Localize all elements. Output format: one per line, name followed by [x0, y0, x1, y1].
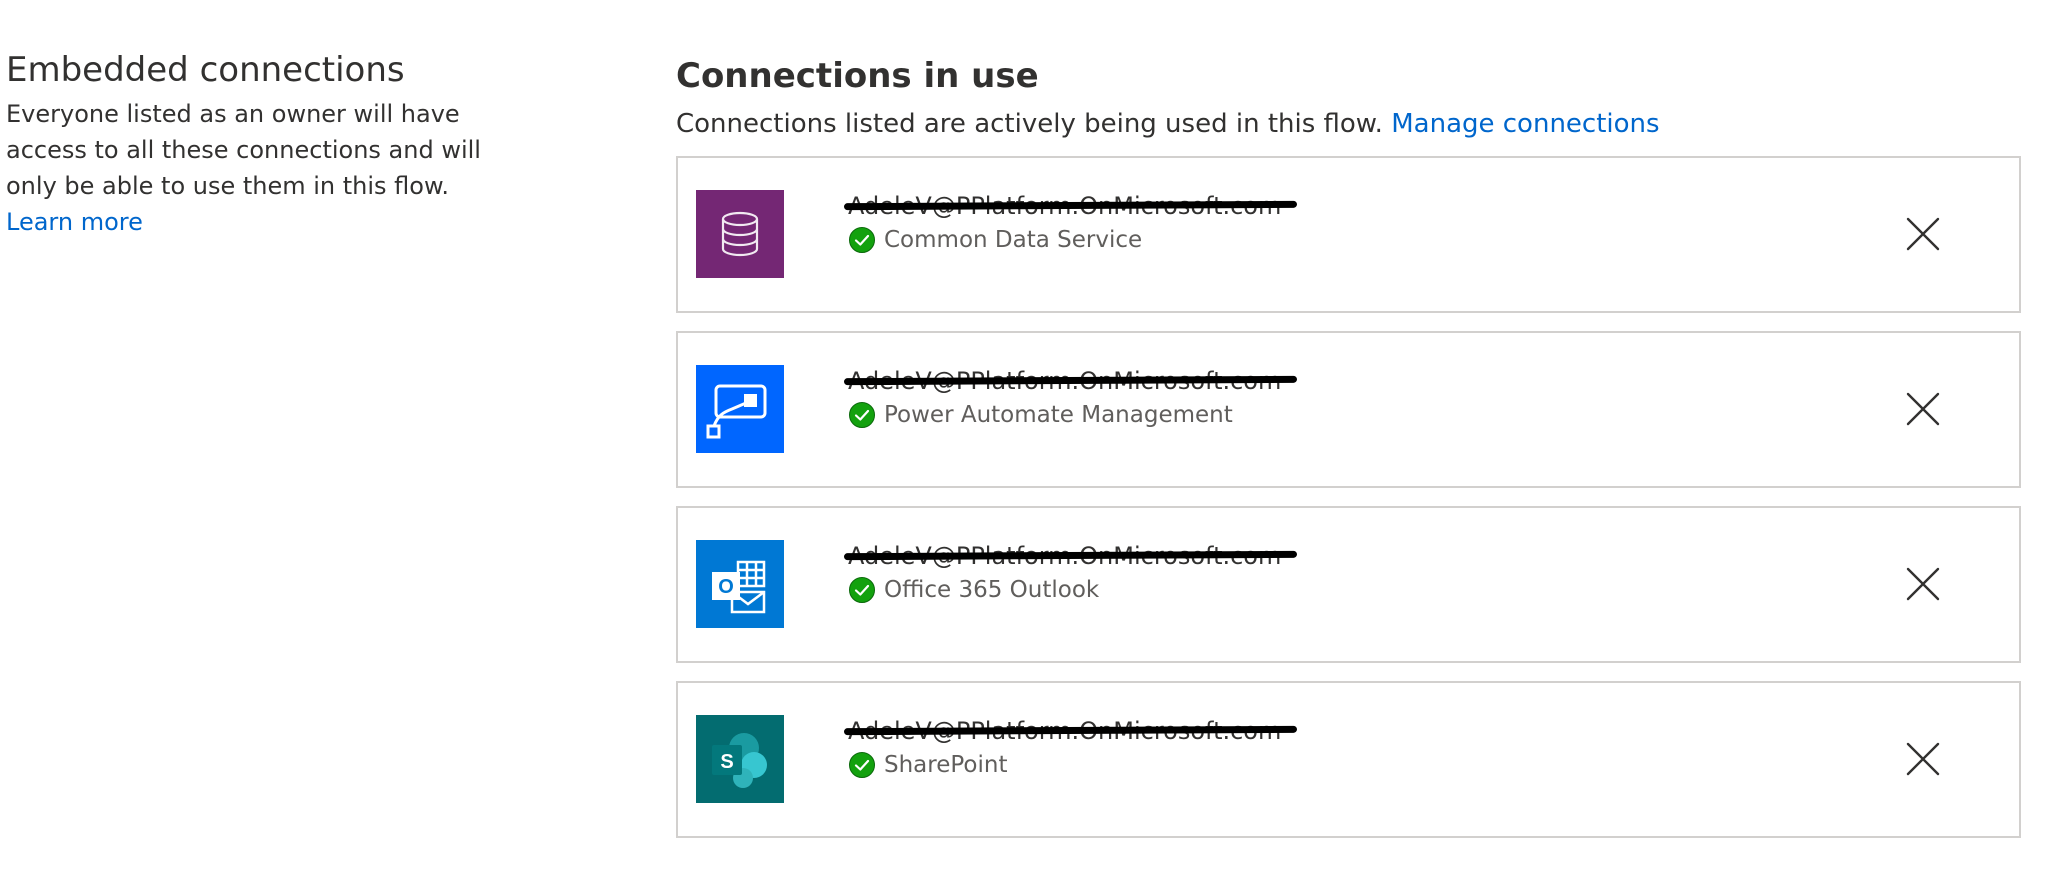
close-icon — [1906, 742, 1940, 776]
connection-list: AdeleV@PPlatform.OnMicrosoft.com Common … — [676, 156, 2021, 838]
connection-status: Office 365 Outlook — [848, 574, 1348, 606]
connection-details: AdeleV@PPlatform.OnMicrosoft.com Power A… — [843, 365, 1348, 431]
sharepoint-icon: S — [696, 715, 784, 803]
check-circle-icon — [848, 401, 876, 429]
check-circle-icon — [848, 751, 876, 779]
learn-more-link[interactable]: Learn more — [6, 204, 496, 240]
remove-connection-button[interactable] — [1891, 202, 1955, 266]
connection-status: Common Data Service — [848, 224, 1348, 256]
database-icon — [696, 190, 784, 278]
connection-account: AdeleV@PPlatform.OnMicrosoft.com — [843, 190, 1298, 222]
manage-connections-link[interactable]: Manage connections — [1391, 109, 1659, 139]
connection-details: AdeleV@PPlatform.OnMicrosoft.com Common … — [843, 190, 1348, 256]
svg-text:S: S — [720, 751, 733, 773]
connection-account: AdeleV@PPlatform.OnMicrosoft.com — [843, 715, 1298, 747]
close-icon — [1906, 217, 1940, 251]
connection-card-power-automate-management: AdeleV@PPlatform.OnMicrosoft.com Power A… — [676, 331, 2021, 488]
close-icon — [1906, 392, 1940, 426]
embedded-connections-title: Embedded connections — [6, 50, 405, 90]
outlook-icon: O — [696, 540, 784, 628]
flow-icon — [696, 365, 784, 453]
embedded-connections-description: Everyone listed as an owner will have ac… — [6, 100, 481, 200]
svg-text:O: O — [718, 576, 734, 598]
embedded-connections-panel: Embedded connections Everyone listed as … — [6, 48, 496, 240]
close-icon — [1906, 567, 1940, 601]
connection-account: AdeleV@PPlatform.OnMicrosoft.com — [843, 540, 1298, 572]
check-circle-icon — [848, 226, 876, 254]
connection-name: Power Automate Management — [884, 402, 1233, 428]
connection-card-common-data-service: AdeleV@PPlatform.OnMicrosoft.com Common … — [676, 156, 2021, 313]
connection-status: SharePoint — [848, 749, 1348, 781]
connection-card-office-365-outlook: O AdeleV@PPlatform.OnMicrosoft.com Offic… — [676, 506, 2021, 663]
connections-in-use-title: Connections in use — [676, 56, 1039, 96]
connection-name: Common Data Service — [884, 227, 1143, 253]
connections-subtitle: Connections listed are actively being us… — [676, 106, 2021, 142]
connections-in-use-panel: Connections in use Connections listed ar… — [676, 54, 2021, 856]
page: Embedded connections Everyone listed as … — [0, 0, 2059, 891]
connection-name: SharePoint — [884, 752, 1008, 778]
remove-connection-button[interactable] — [1891, 727, 1955, 791]
connection-card-sharepoint: S AdeleV@PPlatform.OnMicrosoft.com Share… — [676, 681, 2021, 838]
connection-details: AdeleV@PPlatform.OnMicrosoft.com Office … — [843, 540, 1348, 606]
connections-subtitle-text: Connections listed are actively being us… — [676, 109, 1383, 139]
remove-connection-button[interactable] — [1891, 377, 1955, 441]
remove-connection-button[interactable] — [1891, 552, 1955, 616]
connection-status: Power Automate Management — [848, 399, 1348, 431]
connection-name: Office 365 Outlook — [884, 577, 1100, 603]
check-circle-icon — [848, 576, 876, 604]
connection-account: AdeleV@PPlatform.OnMicrosoft.com — [843, 365, 1298, 397]
connection-details: AdeleV@PPlatform.OnMicrosoft.com SharePo… — [843, 715, 1348, 781]
